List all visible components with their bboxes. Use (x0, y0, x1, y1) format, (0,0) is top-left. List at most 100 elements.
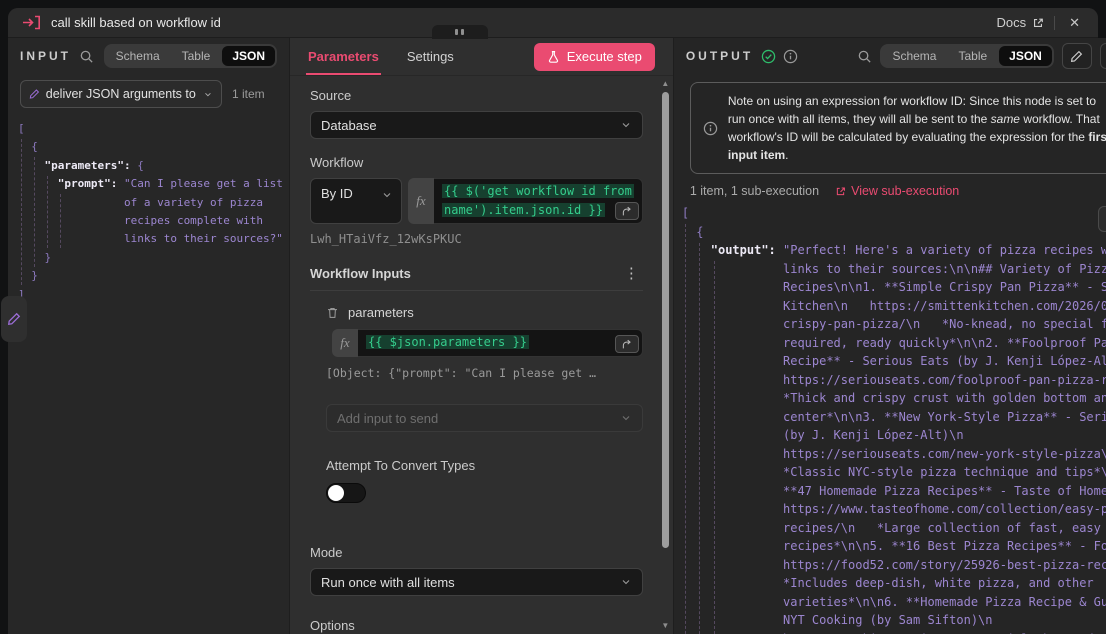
indent-guide (21, 139, 22, 285)
input-item-count: 1 item (232, 87, 265, 101)
output-tab-schema[interactable]: Schema (882, 46, 946, 66)
code-line: (by J. Kenji López-Alt)\n (682, 426, 1106, 445)
success-check-icon (761, 49, 776, 64)
code-line: https://seriouseats.com/foolproof-pan-pi… (682, 371, 1106, 390)
output-title: OUTPUT (686, 49, 753, 63)
workflow-inputs-body: parameters fx {{ $json.parameters }} [Ob… (310, 291, 643, 503)
indent-guide (699, 243, 700, 634)
input-node-selector[interactable]: deliver JSON arguments to ski (20, 80, 222, 108)
code-line: links to their sources?" (18, 230, 289, 248)
scrollbar-thumb[interactable] (662, 92, 669, 548)
kebab-menu-icon[interactable]: ⋮ (620, 266, 643, 281)
code-line: https://www.tasteofhome.com/collection/e… (682, 500, 1106, 519)
edit-pencil-icon (29, 88, 40, 100)
workflow-id-expression-input[interactable]: {{ $('get workflow id from name').item.j… (434, 178, 643, 224)
input-panel: INPUT Schema Table JSON deliver JSON arg… (8, 38, 290, 634)
code-line: *Thick and crispy crust with golden bott… (682, 389, 1106, 408)
scroll-up-arrow[interactable]: ▲ (661, 78, 669, 90)
workflow-id-expression: fx {{ $('get workflow id from name').ite… (408, 178, 643, 224)
docs-link[interactable]: Docs (996, 15, 1044, 30)
fx-badge: fx (332, 329, 358, 357)
code-line: } (18, 267, 289, 285)
node-tab[interactable] (432, 25, 488, 39)
flask-icon (547, 50, 560, 63)
code-line: recipes complete with (18, 212, 289, 230)
input-tab-schema[interactable]: Schema (106, 46, 170, 66)
convert-types-toggle[interactable] (326, 483, 366, 503)
input-search-icon[interactable] (79, 49, 94, 64)
output-item-count: 1 item, 1 sub-execution (690, 184, 819, 198)
resolved-workflow-id: Lwh_HTaiVfz_12wKsPKUC (310, 232, 643, 246)
pencil-icon (1070, 50, 1083, 63)
code-line: recipes/\n *Large collection of fast, ea… (682, 519, 1106, 538)
input-tab-json[interactable]: JSON (222, 46, 275, 66)
chevron-down-icon (381, 189, 393, 201)
edit-input-edge-tab[interactable] (1, 296, 27, 342)
close-button[interactable]: ✕ (1065, 15, 1084, 31)
code-line: *Includes deep-dish, white pizza, and ot… (682, 574, 1106, 593)
note-text: Note on using an expression for workflow… (728, 92, 1106, 164)
chevron-down-icon (620, 412, 632, 424)
chevron-down-icon (203, 89, 213, 100)
output-tab-json[interactable]: JSON (999, 46, 1052, 66)
pin-data-button[interactable] (1100, 43, 1106, 69)
info-icon (703, 121, 718, 136)
tab-settings[interactable]: Settings (407, 49, 454, 64)
code-line: { (18, 138, 289, 156)
output-panel-header: OUTPUT Schema Table JSON (674, 38, 1106, 74)
input-field-name: parameters (348, 305, 414, 320)
code-line: crispy-pan-pizza/\n *No-knead, no specia… (682, 315, 1106, 334)
execute-step-button[interactable]: Execute step (534, 43, 655, 71)
code-line: ] (18, 286, 289, 304)
workflow-label: Workflow (310, 155, 643, 170)
code-line: https://food52.com/story/25926-best-pizz… (682, 556, 1106, 575)
info-icon[interactable] (783, 49, 798, 64)
code-line: links to their sources:\n\n## Variety of… (682, 260, 1106, 279)
chevron-down-icon (620, 119, 632, 131)
input-json-view[interactable]: [ { "parameters": { "prompt": "Can I ple… (8, 112, 289, 634)
parameters-expression-input[interactable]: {{ $json.parameters }} (358, 329, 643, 357)
external-link-icon (835, 186, 846, 197)
parameters-expression: fx {{ $json.parameters }} (332, 329, 643, 357)
code-line: of a variety of pizza (18, 194, 289, 212)
code-line: varieties*\n\n6. **Homemade Pizza Recipe… (682, 593, 1106, 612)
output-panel: OUTPUT Schema Table JSON (674, 38, 1106, 634)
scroll-down-arrow[interactable]: ▼ (661, 620, 669, 632)
output-tab-table[interactable]: Table (948, 46, 997, 66)
code-line: "output": "Perfect! Here's a variety of … (682, 241, 1106, 260)
parameters-scrollbar[interactable]: ▲ ▼ (659, 78, 672, 632)
workflow-mode-select[interactable]: By ID (310, 178, 402, 224)
node-detail-modal: call skill based on workflow id Docs ✕ I… (8, 8, 1098, 634)
indent-guide (714, 261, 715, 634)
code-line: "parameters": { (18, 157, 289, 175)
output-json-view[interactable]: [ { "output": "Perfect! Here's a variety… (674, 200, 1106, 634)
parameters-tab-bar: Parameters Settings Execute step (290, 38, 673, 76)
mode-select[interactable]: Run once with all items (310, 568, 643, 596)
view-sub-execution-link[interactable]: View sub-execution (835, 184, 959, 198)
add-input-select[interactable]: Add input to send (326, 404, 643, 432)
input-view-tabs: Schema Table JSON (104, 44, 277, 68)
indent-guide (60, 194, 61, 248)
code-line: *Classic NYC-style pizza technique and t… (682, 463, 1106, 482)
open-expression-editor-button[interactable] (615, 202, 639, 220)
output-search-icon[interactable] (857, 49, 872, 64)
edit-output-button[interactable] (1062, 43, 1092, 69)
modal-header: call skill based on workflow id Docs ✕ (8, 8, 1098, 38)
external-link-icon (1032, 17, 1044, 29)
sub-workflow-node-icon (22, 15, 41, 30)
source-select[interactable]: Database (310, 111, 643, 139)
code-line: center*\n\n3. **New York-Style Pizza** -… (682, 408, 1106, 427)
expand-arrow-icon (621, 339, 632, 350)
code-line: **47 Homemade Pizza Recipes** - Taste of… (682, 482, 1106, 501)
output-status-icons (761, 49, 798, 64)
code-line: [ (18, 120, 289, 138)
input-title: INPUT (20, 49, 71, 63)
open-expression-editor-button[interactable] (615, 335, 639, 353)
tab-parameters[interactable]: Parameters (308, 49, 379, 64)
copy-output-button[interactable] (1098, 206, 1106, 232)
code-line: Recipes\n\n1. **Simple Crispy Pan Pizza*… (682, 278, 1106, 297)
output-meta-row: 1 item, 1 sub-execution View sub-executi… (690, 184, 1106, 198)
mode-label: Mode (310, 545, 643, 560)
input-tab-table[interactable]: Table (172, 46, 221, 66)
trash-icon[interactable] (326, 306, 339, 319)
